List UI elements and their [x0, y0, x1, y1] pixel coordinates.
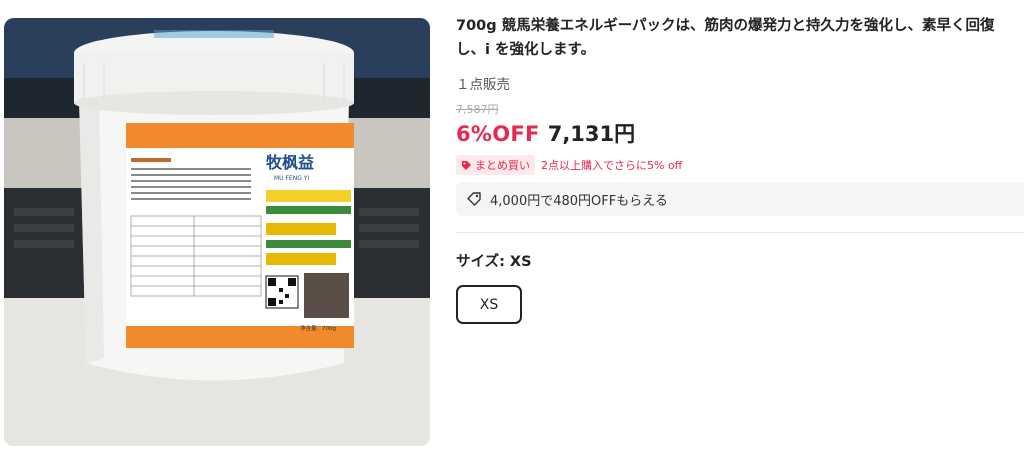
brand-text: 牧枫益: [266, 153, 314, 172]
sold-count: １点販売: [456, 77, 510, 93]
tag-icon: [462, 160, 471, 170]
price-row: 6%OFF 7,131円: [456, 118, 635, 148]
discount-label: 6%OFF: [456, 122, 540, 146]
net-weight-text: 净含量：700g: [300, 324, 336, 332]
brand-romaji: MU FENG YI: [274, 175, 309, 182]
bundle-text: 2点以上購入でさらに5% off: [541, 159, 683, 172]
bundle-discount: まとめ買い 2点以上購入でさらに5% off: [456, 155, 682, 175]
coupon-text: 4,000円で480円OFFもらえる: [490, 193, 668, 209]
coupon-tag-icon: [467, 192, 481, 206]
original-price: 7,587円: [456, 103, 499, 116]
product-image[interactable]: 牧枫益 MU FENG YI 净含量：700g: [4, 18, 430, 446]
product-info: 700g 競馬栄養エネルギーパックは、筋肉の爆発力と持久力を強化し、素早く回復 …: [456, 0, 1024, 451]
divider: [456, 232, 1024, 233]
product-page: 牧枫益 MU FENG YI 净含量：700g 700g 競馬栄養エネルギーパッ…: [0, 0, 1024, 451]
product-title-line-2: し、i を強化します。: [456, 42, 596, 58]
coupon-banner[interactable]: 4,000円で480円OFFもらえる: [456, 182, 1024, 216]
size-label: サイズ: XS: [456, 254, 532, 270]
product-photo-graphic: 牧枫益 MU FENG YI 净含量：700g: [4, 18, 430, 446]
size-option-xs[interactable]: XS: [456, 285, 522, 324]
bundle-badge-label: まとめ買い: [475, 159, 530, 172]
current-price: 7,131円: [547, 122, 636, 146]
product-title-line-1: 700g 競馬栄養エネルギーパックは、筋肉の爆発力と持久力を強化し、素早く回復: [456, 18, 995, 34]
product-title: 700g 競馬栄養エネルギーパックは、筋肉の爆発力と持久力を強化し、素早く回復 …: [456, 14, 1024, 62]
bundle-badge: まとめ買い: [456, 155, 535, 175]
